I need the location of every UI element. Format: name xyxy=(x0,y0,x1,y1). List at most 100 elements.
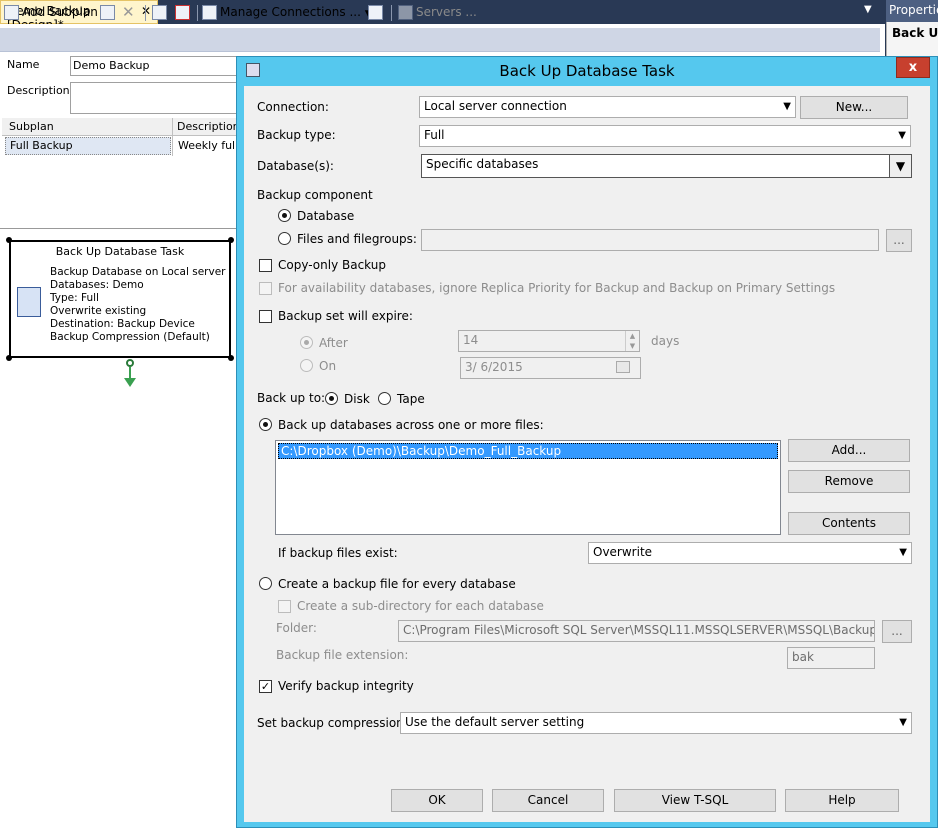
verify-label[interactable]: Verify backup integrity xyxy=(278,679,414,693)
expire-on-radio[interactable] xyxy=(300,359,313,372)
expire-after-radio[interactable] xyxy=(300,336,313,349)
edit-properties-icon[interactable] xyxy=(100,3,118,21)
precedence-connector[interactable] xyxy=(126,359,134,367)
backup-type-label: Backup type: xyxy=(257,128,336,142)
resize-handle[interactable] xyxy=(6,355,12,361)
task-line: Databases: Demo xyxy=(50,279,144,291)
description-field[interactable] xyxy=(70,82,240,114)
help-button[interactable]: Help xyxy=(785,789,899,812)
chevron-down-icon: ▼ xyxy=(783,101,791,112)
calendar-icon[interactable] xyxy=(616,361,630,373)
add-file-button[interactable]: Add... xyxy=(788,439,910,462)
remove-schedule-icon[interactable] xyxy=(175,3,193,21)
name-field[interactable]: Demo Backup xyxy=(70,56,240,76)
chevron-down-icon: ▼ xyxy=(899,717,907,728)
chevron-down-icon: ▼ xyxy=(898,130,906,141)
verify-checkbox[interactable]: ✓ xyxy=(259,680,272,693)
component-database-label[interactable]: Database xyxy=(297,209,354,223)
folder-browse-button[interactable]: ... xyxy=(882,620,912,643)
task-line: Type: Full xyxy=(50,292,99,304)
col-description[interactable]: Description xyxy=(177,120,240,133)
schedule-icon[interactable] xyxy=(152,3,170,21)
cancel-button[interactable]: Cancel xyxy=(492,789,604,812)
expire-checkbox[interactable] xyxy=(259,310,272,323)
backup-files-list[interactable]: C:\Dropbox (Demo)\Backup\Demo_Full_Backu… xyxy=(275,440,781,535)
per-database-radio[interactable] xyxy=(259,577,272,590)
resize-handle[interactable] xyxy=(228,355,234,361)
remove-file-button[interactable]: Remove xyxy=(788,470,910,493)
databases-label: Database(s): xyxy=(257,159,334,173)
delete-icon[interactable]: ✕ xyxy=(122,3,135,21)
properties-title: Properties xyxy=(886,0,938,22)
backup-component-label: Backup component xyxy=(257,188,373,202)
servers-icon xyxy=(398,5,413,20)
resize-handle[interactable] xyxy=(6,237,12,243)
compression-select[interactable]: Use the default server setting ▼ xyxy=(400,712,912,734)
designer-toolbar xyxy=(0,28,880,52)
expire-date-picker[interactable]: 3/ 6/2015 xyxy=(460,357,641,379)
if-exist-select[interactable]: Overwrite ▼ xyxy=(588,542,912,564)
task-line: Overwrite existing xyxy=(50,305,147,317)
add-subplan-button[interactable]: Add Subplan xyxy=(4,3,98,21)
stepper-arrows-icon[interactable]: ▲ ▼ xyxy=(625,331,639,351)
disk-radio[interactable] xyxy=(325,392,338,405)
task-details: Backup Database on Local server Database… xyxy=(50,266,225,344)
contents-button[interactable]: Contents xyxy=(788,512,910,535)
reporting-icon[interactable] xyxy=(368,3,386,21)
extension-field[interactable]: bak xyxy=(787,647,875,669)
tape-radio[interactable] xyxy=(378,392,391,405)
list-item[interactable]: C:\Dropbox (Demo)\Backup\Demo_Full_Backu… xyxy=(278,443,778,459)
back-up-to-label: Back up to: xyxy=(257,391,326,405)
folder-field[interactable]: C:\Program Files\Microsoft SQL Server\MS… xyxy=(398,620,875,642)
copy-only-label[interactable]: Copy-only Backup xyxy=(278,258,386,272)
view-tsql-button[interactable]: View T-SQL xyxy=(614,789,776,812)
dialog-title: Back Up Database Task xyxy=(499,62,675,80)
description-cell[interactable]: Weekly full b xyxy=(178,139,236,152)
col-subplan[interactable]: Subplan xyxy=(9,120,54,133)
availability-checkbox[interactable] xyxy=(259,282,272,295)
expire-label[interactable]: Backup set will expire: xyxy=(278,309,413,323)
subplan-cell[interactable]: Full Backup xyxy=(5,137,171,155)
precedence-arrow-icon xyxy=(124,378,136,387)
task-line: Backup Database on Local server xyxy=(50,266,226,278)
copy-only-checkbox[interactable] xyxy=(259,259,272,272)
subdirectory-checkbox[interactable] xyxy=(278,600,291,613)
filegroups-browse-button[interactable]: ... xyxy=(886,229,912,252)
folder-label: Folder: xyxy=(276,621,317,635)
backup-task-shape[interactable]: Back Up Database Task Backup Database on… xyxy=(9,240,231,358)
databases-select[interactable]: Specific databases ▼ xyxy=(421,154,912,178)
availability-label: For availability databases, ignore Repli… xyxy=(278,281,836,295)
across-files-radio[interactable] xyxy=(259,418,272,431)
chevron-down-icon: ▼ xyxy=(899,547,907,558)
component-files-label[interactable]: Files and filegroups: xyxy=(297,232,417,246)
component-files-radio[interactable] xyxy=(278,232,291,245)
connection-select[interactable]: Local server connection ▼ xyxy=(419,96,796,118)
across-files-label[interactable]: Back up databases across one or more fil… xyxy=(278,418,544,432)
per-database-label[interactable]: Create a backup file for every database xyxy=(278,577,516,591)
task-line: Backup Compression (Default) xyxy=(50,331,210,343)
properties-object: Back Up xyxy=(892,26,938,40)
manage-connections-button[interactable]: Manage Connections ... ▼ xyxy=(202,3,372,21)
expire-on-label: On xyxy=(319,359,337,373)
backup-type-select[interactable]: Full ▼ xyxy=(419,125,911,147)
tape-label[interactable]: Tape xyxy=(397,392,425,406)
resize-handle[interactable] xyxy=(228,237,234,243)
tab-dropdown-icon[interactable]: ▼ xyxy=(864,4,872,15)
subdirectory-label: Create a sub-directory for each database xyxy=(297,599,544,613)
connection-label: Connection: xyxy=(257,100,329,114)
compression-label: Set backup compression: xyxy=(257,716,408,730)
extension-label: Backup file extension: xyxy=(276,648,409,662)
component-database-radio[interactable] xyxy=(278,209,291,222)
servers-button[interactable]: Servers ... xyxy=(398,3,477,21)
expire-days-stepper[interactable]: 14 ▲ ▼ xyxy=(458,330,640,352)
description-label: Description xyxy=(7,84,70,97)
if-exist-label: If backup files exist: xyxy=(278,546,398,560)
chevron-down-icon[interactable]: ▼ xyxy=(889,155,911,177)
ok-button[interactable]: OK xyxy=(391,789,483,812)
close-icon[interactable]: x xyxy=(896,57,930,78)
grid-divider xyxy=(172,118,173,156)
disk-label[interactable]: Disk xyxy=(344,392,370,406)
filegroups-field xyxy=(421,229,879,251)
new-connection-button[interactable]: New... xyxy=(800,96,908,119)
database-task-icon xyxy=(17,287,41,317)
